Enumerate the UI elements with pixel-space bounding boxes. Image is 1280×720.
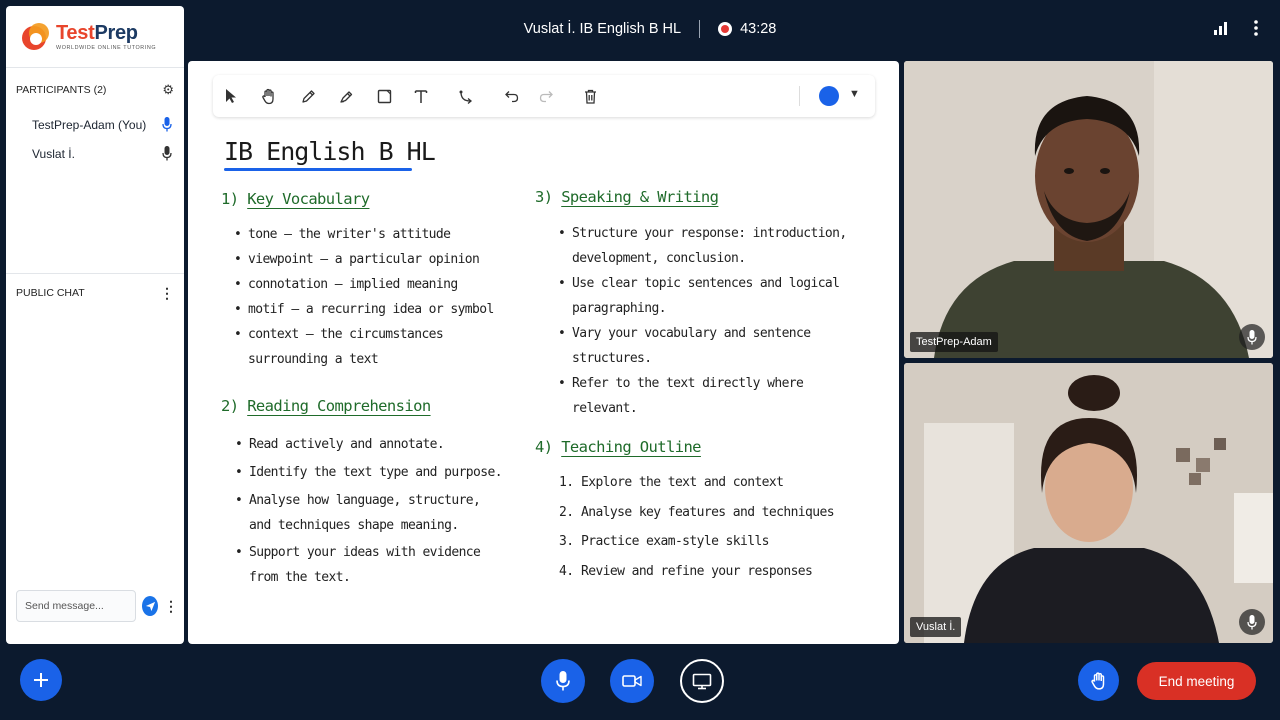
section-title-speaking-writing: 3) Speaking & Writing [535, 188, 719, 206]
microphone-icon[interactable] [162, 146, 172, 161]
brand-logo: TestPrep WORLDWIDE ONLINE TUTORING [6, 6, 184, 68]
student-video-feed [904, 363, 1273, 643]
participant-name: TestPrep-Adam (You) [32, 117, 147, 132]
section-title-reading-comprehension: 2) Reading Comprehension [221, 397, 431, 415]
vocabulary-list: • tone – the writer's attitude • viewpoint… [234, 222, 494, 372]
list-item-continuation: and techniques shape meaning. [249, 518, 459, 533]
list-item: • connotation – implied meaning [234, 277, 458, 292]
raise-hand-icon [1090, 671, 1104, 690]
outline-item: 3. Practice exam-style skills [559, 534, 770, 549]
participants-header: PARTICIPANTS (2) ⚙ [6, 70, 184, 110]
outline-item: 2. Analyse key features and techniques [559, 505, 835, 520]
reading-list: • Read actively and annotate. • Identify t… [235, 432, 503, 590]
trash-icon[interactable] [580, 86, 600, 106]
screen-share-button[interactable] [680, 659, 724, 703]
video-tile-tutor[interactable]: TestPrep-Adam [904, 61, 1273, 358]
redo-icon[interactable] [536, 86, 556, 106]
chat-header: PUBLIC CHAT ⋮ [6, 276, 184, 310]
participants-title: PARTICIPANTS (2) [16, 84, 107, 96]
testprep-logo-icon [22, 22, 50, 51]
recording-icon [718, 22, 733, 36]
list-item-continuation: development, conclusion. [572, 251, 746, 266]
brand-tagline: WORLDWIDE ONLINE TUTORING [56, 44, 157, 51]
list-item: • viewpoint – a particular opinion [234, 252, 480, 267]
list-item-continuation: relevant. [572, 401, 638, 416]
chat-options-icon[interactable]: ⋮ [160, 286, 174, 300]
add-button[interactable] [20, 659, 62, 701]
text-tool-icon[interactable] [411, 86, 431, 106]
monitor-icon [692, 673, 712, 689]
list-item: • Analyse how language, structure, [235, 493, 481, 508]
section-title-teaching-outline: 4) Teaching Outline [535, 438, 702, 456]
participant-name-tag: Vuslat İ. [910, 617, 962, 637]
connector-line-icon[interactable] [456, 86, 476, 106]
more-options-icon[interactable] [1254, 20, 1258, 36]
list-item: • Identify the text type and purpose. [235, 465, 503, 480]
hand-pan-icon[interactable] [259, 86, 279, 106]
outline-item: 1. Explore the text and context [559, 475, 784, 490]
list-item: • Support your ideas with evidence [235, 545, 481, 560]
gear-icon[interactable]: ⚙ [162, 82, 174, 98]
outline-item: 4. Review and refine your responses [559, 564, 813, 579]
microphone-icon [556, 671, 570, 691]
list-item-continuation: surrounding a text [248, 352, 379, 367]
list-item: • Use clear topic sentences and logical [558, 276, 840, 291]
left-panel: TestPrep WORLDWIDE ONLINE TUTORING PARTI… [6, 6, 184, 644]
color-picker-swatch[interactable] [819, 86, 839, 106]
section-title-key-vocabulary: 1) Key Vocabulary [221, 190, 370, 208]
send-icon [145, 601, 155, 611]
list-item: • motif – a recurring idea or symbol [234, 302, 494, 317]
rectangle-shape-icon[interactable] [374, 86, 394, 106]
list-item-continuation: paragraphing. [572, 301, 667, 316]
participant-name-tag: TestPrep-Adam [910, 332, 998, 352]
whiteboard[interactable]: ▼ IB English B HL 1) Key Vocabulary • ton… [188, 61, 899, 644]
list-item-continuation: from the text. [249, 570, 351, 585]
marker-icon[interactable] [336, 86, 356, 106]
participant-item[interactable]: TestPrep-Adam (You) [6, 110, 184, 139]
tutor-video-feed [904, 61, 1273, 358]
microphone-icon[interactable] [1239, 609, 1265, 635]
undo-icon[interactable] [502, 86, 522, 106]
list-item: • Refer to the text directly where [558, 376, 804, 391]
pencil-icon[interactable] [298, 86, 318, 106]
chevron-down-icon[interactable]: ▼ [849, 88, 860, 100]
header-divider [699, 20, 701, 38]
send-message-button[interactable] [142, 596, 158, 616]
microphone-toggle-button[interactable] [541, 659, 585, 703]
list-item: • context – the circumstances [234, 327, 444, 342]
microphone-icon[interactable] [162, 117, 172, 132]
brand-name: TestPrep [56, 21, 138, 44]
speaking-writing-list: • Structure your response: introduction, … [558, 221, 847, 421]
topbar-actions [1214, 20, 1258, 36]
video-camera-icon [622, 675, 642, 687]
microphone-icon[interactable] [1239, 324, 1265, 350]
meeting-timer: 43:28 [740, 21, 777, 37]
list-item: • Read actively and annotate. [235, 437, 445, 452]
participant-list: TestPrep-Adam (You) Vuslat İ. [6, 110, 184, 168]
plus-icon [34, 673, 48, 687]
meeting-title: Vuslat İ. IB English B HL [523, 21, 682, 37]
list-item: • Vary your vocabulary and sentence [558, 326, 811, 341]
title-underline [224, 168, 412, 171]
panel-divider [6, 273, 184, 274]
whiteboard-title: IB English B HL [224, 137, 436, 166]
chat-message-input[interactable] [16, 590, 136, 622]
video-tile-student[interactable]: Vuslat İ. [904, 363, 1273, 643]
participant-name: Vuslat İ. [32, 146, 75, 161]
connection-status-icon[interactable] [1214, 21, 1228, 35]
participant-item[interactable]: Vuslat İ. [6, 139, 184, 168]
list-item: • Structure your response: introduction, [558, 226, 847, 241]
meeting-header: Vuslat İ. IB English B HL 43:28 [440, 20, 860, 38]
end-meeting-button[interactable]: End meeting [1137, 662, 1256, 700]
chat-title: PUBLIC CHAT [16, 287, 85, 299]
chat-more-icon[interactable]: ⋮ [164, 598, 178, 615]
whiteboard-toolbar: ▼ [213, 75, 875, 117]
toolbar-divider [799, 86, 800, 106]
raise-hand-button[interactable] [1078, 660, 1119, 701]
list-item-continuation: structures. [572, 351, 652, 366]
camera-toggle-button[interactable] [610, 659, 654, 703]
list-item: • tone – the writer's attitude [234, 227, 451, 242]
chat-input-row: ⋮ [16, 590, 178, 622]
select-pointer-icon[interactable] [221, 86, 241, 106]
